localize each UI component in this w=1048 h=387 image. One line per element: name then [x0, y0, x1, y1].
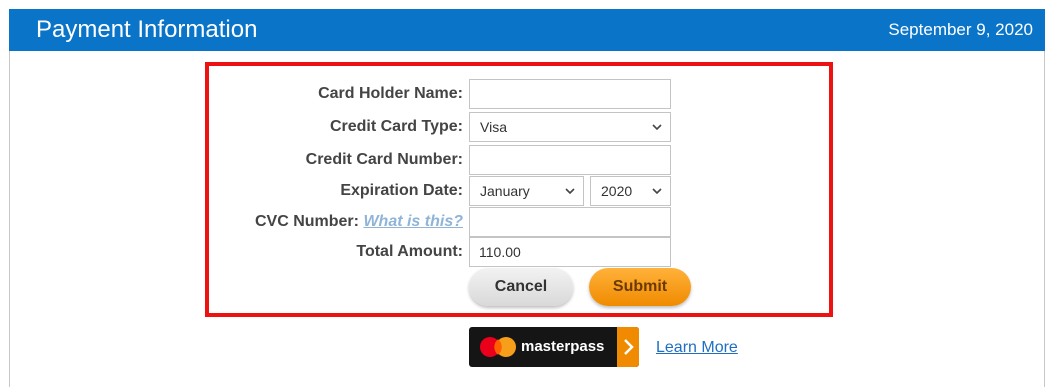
cvc-label-group: CVC Number: What is this?	[255, 212, 463, 232]
card-type-value: Visa	[480, 119, 507, 135]
cancel-button[interactable]: Cancel	[469, 268, 573, 306]
card-type-select[interactable]: Visa	[469, 112, 671, 142]
masterpass-button[interactable]: masterpass	[469, 327, 639, 367]
card-number-input[interactable]	[469, 145, 671, 175]
header-date: September 9, 2020	[888, 20, 1033, 39]
masterpass-label: masterpass	[521, 338, 605, 355]
page-title: Payment Information	[36, 16, 258, 43]
expiration-year-value: 2020	[601, 183, 633, 199]
chevron-down-icon	[652, 188, 662, 195]
card-type-label: Credit Card Type:	[329, 118, 463, 135]
total-amount-label: Total Amount:	[356, 243, 463, 260]
submit-button[interactable]: Submit	[589, 268, 691, 306]
expiration-label: Expiration Date:	[340, 182, 463, 199]
total-amount-input[interactable]: 110.00	[469, 237, 671, 267]
cvc-input[interactable]	[469, 207, 671, 237]
mastercard-logo-icon	[480, 337, 516, 357]
chevron-down-icon	[652, 124, 662, 131]
card-holder-input[interactable]	[469, 79, 671, 109]
card-number-label: Credit Card Number:	[305, 151, 463, 168]
card-holder-label: Card Holder Name:	[318, 85, 463, 102]
payment-page: Payment Information September 9, 2020 Ca…	[0, 0, 1048, 387]
cvc-label: CVC Number:	[254, 213, 359, 230]
chevron-right-icon	[624, 339, 634, 355]
masterpass-arrow	[617, 327, 639, 367]
expiration-month-value: January	[480, 183, 530, 199]
learn-more-link[interactable]: Learn More	[656, 338, 738, 358]
page-header: Payment Information September 9, 2020	[9, 9, 1045, 51]
expiration-year-select[interactable]: 2020	[590, 176, 671, 206]
cvc-help-link[interactable]: What is this?	[363, 213, 463, 230]
expiration-month-select[interactable]: January	[469, 176, 584, 206]
chevron-down-icon	[565, 188, 575, 195]
